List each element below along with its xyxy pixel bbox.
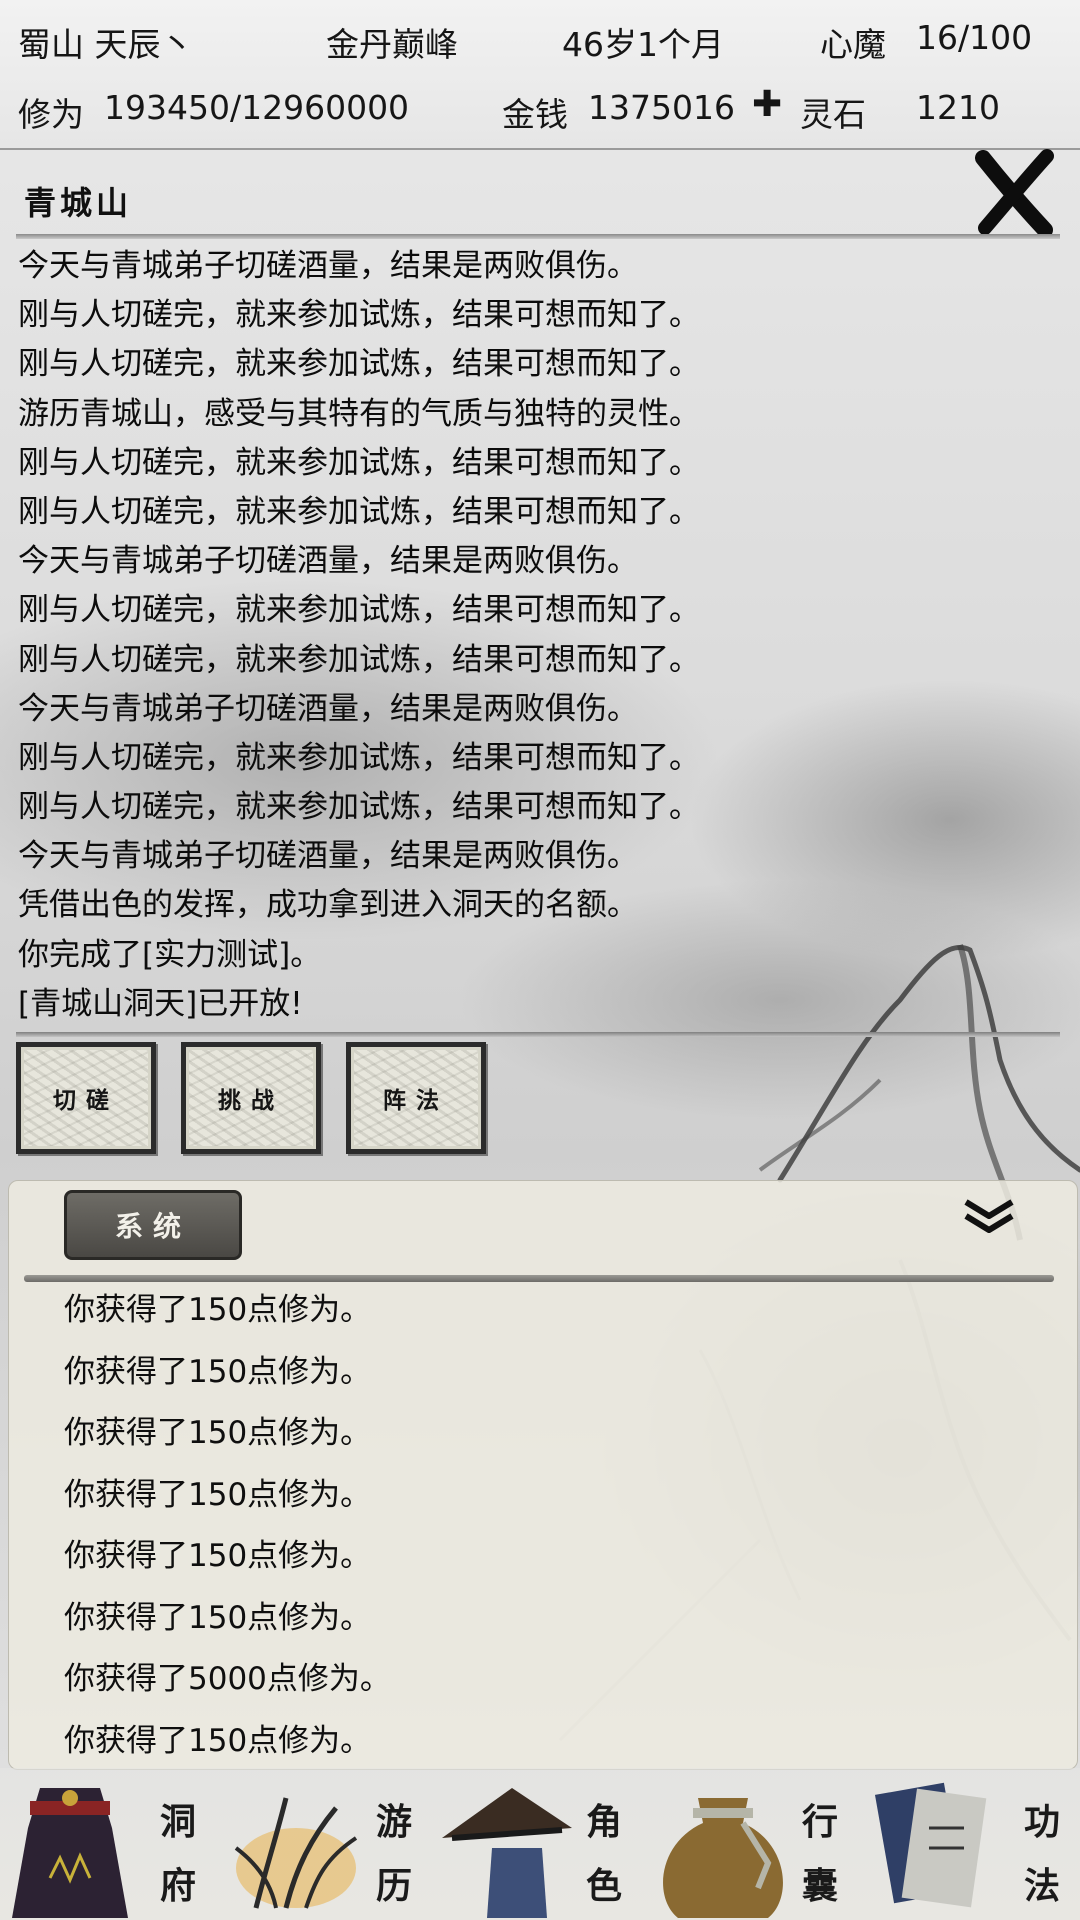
close-button[interactable] xyxy=(975,148,1055,238)
nav-label-bottom: 色 xyxy=(585,1865,622,1907)
money-label: 金钱 xyxy=(502,95,568,134)
bag-icon xyxy=(663,1798,783,1918)
system-message-log: 你获得了150点修为。 你获得了150点修为。 你获得了150点修为。 你获得了150… xyxy=(64,1287,964,1779)
demon-label: 心魔 xyxy=(820,25,886,64)
location-title: 青城山 xyxy=(24,184,133,222)
action-button-spar[interactable]: 切磋 xyxy=(16,1042,156,1154)
nav-item-skills[interactable]: 功 法 xyxy=(864,1768,1080,1920)
scroll-books-icon xyxy=(874,1782,987,1908)
event-log-line: 今天与青城弟子切磋酒量，结果是两败俱伤。 xyxy=(18,543,638,580)
close-x-icon xyxy=(975,149,1054,238)
event-log: 今天与青城弟子切磋酒量，结果是两败俱伤。刚与人切磋完，就来参加试炼，结果可想而知… xyxy=(18,242,1058,1029)
nav-label-top: 行 xyxy=(801,1801,838,1843)
divider xyxy=(16,1032,1060,1037)
event-log-line: 今天与青城弟子切磋酒量，结果是两败俱伤。 xyxy=(18,838,638,875)
nav-label-bottom: 囊 xyxy=(801,1865,838,1907)
system-message: 你获得了5000点修为。 xyxy=(64,1661,391,1697)
nav-item-character[interactable]: 角 色 xyxy=(432,1768,648,1920)
bottom-nav: 洞 府 游 历 角 色 行 囊 功 法 xyxy=(0,1768,1080,1920)
nav-label-bottom: 法 xyxy=(1023,1865,1060,1907)
travel-grass-icon xyxy=(234,1797,358,1909)
stone-value: 1210 xyxy=(916,88,1000,127)
system-message: 你获得了150点修为。 xyxy=(64,1538,372,1574)
nav-label-top: 洞 xyxy=(159,1801,196,1843)
diamond-icon: ✚ xyxy=(752,84,783,125)
nav-item-bag[interactable]: 行 囊 xyxy=(648,1768,864,1920)
event-log-line: 刚与人切磋完，就来参加试炼，结果可想而知了。 xyxy=(18,739,700,776)
event-log-line: 刚与人切磋完，就来参加试炼，结果可想而知了。 xyxy=(18,444,700,481)
player-realm: 金丹巅峰 xyxy=(326,25,458,64)
character-hat-icon xyxy=(442,1788,572,1918)
cultivation-value: 193450/12960000 xyxy=(104,88,410,127)
nav-label-top: 游 xyxy=(375,1801,412,1843)
event-log-line: 今天与青城弟子切磋酒量，结果是两败俱伤。 xyxy=(18,690,638,727)
event-log-line: 刚与人切磋完，就来参加试炼，结果可想而知了。 xyxy=(18,641,700,678)
cave-robe-icon xyxy=(12,1788,128,1918)
event-log-line: 刚与人切磋完，就来参加试炼，结果可想而知了。 xyxy=(18,592,700,629)
nav-label-top: 角 xyxy=(585,1801,622,1843)
double-chevron-down-icon[interactable] xyxy=(960,1196,1018,1236)
event-log-line: 刚与人切磋完，就来参加试炼，结果可想而知了。 xyxy=(18,789,700,826)
system-message: 你获得了150点修为。 xyxy=(64,1599,372,1636)
system-tab[interactable]: 系统 xyxy=(64,1190,242,1260)
stone-label: 灵石 xyxy=(800,95,866,134)
divider xyxy=(24,1275,1054,1282)
system-message: 你获得了150点修为。 xyxy=(64,1476,372,1513)
system-message: 你获得了150点修为。 xyxy=(64,1415,372,1451)
player-age: 46岁1个月 xyxy=(562,25,724,64)
event-log-line: 你完成了[实力测试]。 xyxy=(18,936,322,973)
nav-label-bottom: 历 xyxy=(375,1865,412,1907)
event-log-line: 刚与人切磋完，就来参加试炼，结果可想而知了。 xyxy=(18,346,700,383)
cultivation-label: 修为 xyxy=(18,95,84,134)
demon-value: 16/100 xyxy=(916,18,1033,57)
system-message: 你获得了150点修为。 xyxy=(64,1353,372,1390)
event-log-line: 刚与人切磋完，就来参加试炼，结果可想而知了。 xyxy=(18,493,700,530)
player-name: 蜀山 天辰丶 xyxy=(18,25,194,64)
divider xyxy=(16,234,1060,239)
action-button-formation[interactable]: 阵法 xyxy=(346,1042,486,1154)
event-log-line: 游历青城山，感受与其特有的气质与独特的灵性。 xyxy=(18,395,700,432)
action-button-challenge[interactable]: 挑战 xyxy=(181,1042,321,1154)
event-log-line: [青城山洞天]已开放! xyxy=(18,985,303,1022)
system-message: 你获得了150点修为。 xyxy=(64,1292,372,1328)
nav-item-cave[interactable]: 洞 府 xyxy=(0,1768,216,1920)
nav-label-top: 功 xyxy=(1023,1801,1060,1843)
nav-item-travel[interactable]: 游 历 xyxy=(216,1768,432,1920)
money-value: 1375016 xyxy=(588,88,735,127)
event-log-line: 刚与人切磋完，就来参加试炼，结果可想而知了。 xyxy=(18,297,700,334)
nav-label-bottom: 府 xyxy=(159,1865,196,1907)
status-header: 蜀山 天辰丶 金丹巅峰 46岁1个月 心魔 16/100 修为 193450/1… xyxy=(0,0,1080,150)
event-log-line: 今天与青城弟子切磋酒量，结果是两败俱伤。 xyxy=(18,248,638,284)
event-log-line: 凭借出色的发挥，成功拿到进入洞天的名额。 xyxy=(18,887,638,924)
